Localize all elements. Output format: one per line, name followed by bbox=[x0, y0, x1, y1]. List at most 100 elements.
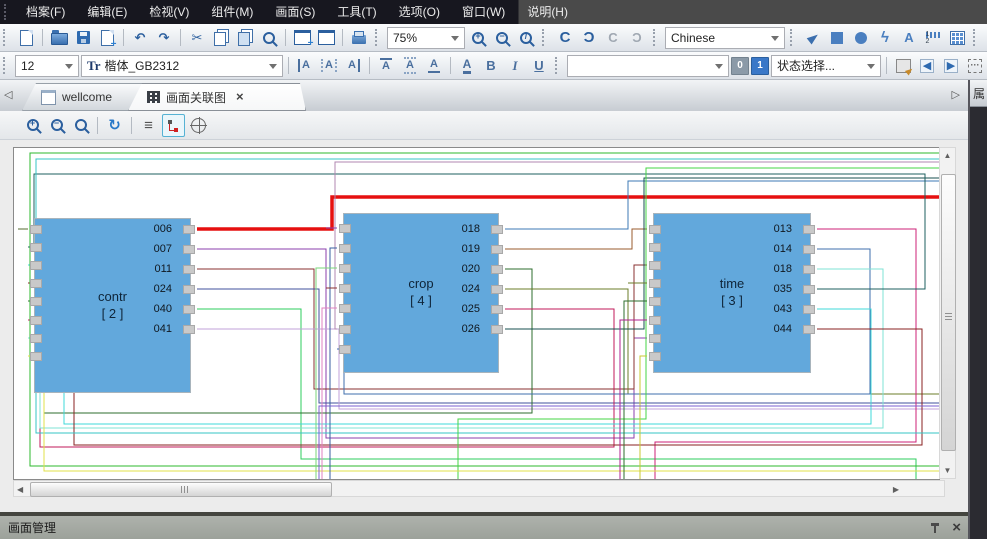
print-button[interactable] bbox=[348, 27, 370, 49]
block-pin-left[interactable] bbox=[30, 243, 42, 252]
right-dock-tab[interactable]: 属 bbox=[970, 80, 987, 107]
toolbar-grip[interactable] bbox=[542, 29, 549, 46]
toolbar-grip[interactable] bbox=[3, 57, 10, 74]
state-0-button[interactable]: 0 bbox=[731, 57, 749, 75]
block-pin-left[interactable] bbox=[30, 279, 42, 288]
block-pin-left[interactable] bbox=[339, 304, 351, 313]
block-pin-left[interactable] bbox=[339, 264, 351, 273]
block-pin-left[interactable] bbox=[30, 334, 42, 343]
block-pin-right[interactable] bbox=[183, 325, 195, 334]
refresh-button[interactable]: ↻ bbox=[104, 115, 125, 136]
scroll-right-arrow[interactable]: ▶ bbox=[893, 485, 899, 494]
block-pin-right[interactable] bbox=[803, 265, 815, 274]
tab-screen-relation-map[interactable]: 画面关联图 × bbox=[128, 83, 306, 111]
block-pin-right[interactable] bbox=[491, 305, 503, 314]
copy-button[interactable] bbox=[210, 27, 232, 49]
block-pin-right[interactable] bbox=[183, 245, 195, 254]
dock-pin-icon[interactable] bbox=[930, 523, 940, 533]
block-pin-right[interactable] bbox=[491, 225, 503, 234]
align-right-button[interactable]: A bbox=[342, 55, 364, 77]
block-pin-left[interactable] bbox=[649, 243, 661, 252]
ellipse-tool-button[interactable] bbox=[850, 27, 872, 49]
block-pin-right[interactable] bbox=[183, 225, 195, 234]
cut-button[interactable]: ✂ bbox=[186, 27, 208, 49]
zoom-out-button[interactable]: − bbox=[491, 27, 513, 49]
menu-item[interactable]: 档案(F) bbox=[15, 0, 76, 24]
scroll-up-arrow[interactable]: ▲ bbox=[940, 151, 955, 160]
block-pin-left[interactable] bbox=[339, 325, 351, 334]
align-bottom-button[interactable]: A bbox=[423, 55, 445, 77]
previous-screen-button[interactable]: ◀ bbox=[916, 55, 938, 77]
block-pin-right[interactable] bbox=[803, 305, 815, 314]
vertical-scroll-thumb[interactable] bbox=[941, 174, 956, 451]
toolbar-grip[interactable] bbox=[790, 29, 797, 46]
paste-button[interactable] bbox=[234, 27, 256, 49]
italic-button[interactable]: I bbox=[504, 55, 526, 77]
menu-item[interactable]: 组件(M) bbox=[200, 0, 264, 24]
font-color-button[interactable]: A bbox=[456, 55, 478, 77]
canvas-zoom-out-button[interactable]: − bbox=[46, 115, 67, 136]
toolbar-grip[interactable] bbox=[4, 4, 11, 20]
rotate-ccw-button[interactable]: Ɔ bbox=[578, 27, 600, 49]
undo-button[interactable]: ↶ bbox=[129, 27, 151, 49]
tab-scroll-left-button[interactable]: ◁ bbox=[4, 88, 12, 101]
center-target-button[interactable] bbox=[188, 115, 209, 136]
align-top-button[interactable]: A bbox=[375, 55, 397, 77]
block-pin-right[interactable] bbox=[491, 265, 503, 274]
menu-item[interactable]: 选项(O) bbox=[388, 0, 451, 24]
font-size-combobox[interactable]: 12 bbox=[15, 55, 79, 77]
node-link-mode-button[interactable] bbox=[162, 114, 185, 137]
menu-item[interactable]: 编辑(E) bbox=[76, 0, 138, 24]
block-pin-left[interactable] bbox=[30, 297, 42, 306]
block-pin-left[interactable] bbox=[30, 316, 42, 325]
element-properties-button[interactable] bbox=[892, 55, 914, 77]
bold-button[interactable]: B bbox=[480, 55, 502, 77]
block-pin-right[interactable] bbox=[491, 245, 503, 254]
screen-block-crop[interactable]: crop[ 4 ]018019020024025026 bbox=[343, 213, 499, 373]
block-pin-left[interactable] bbox=[649, 225, 661, 234]
tab-scroll-right-button[interactable]: ▷ bbox=[952, 88, 960, 101]
block-pin-left[interactable] bbox=[339, 224, 351, 233]
zoom-in-button[interactable]: + bbox=[467, 27, 489, 49]
block-pin-left[interactable] bbox=[30, 261, 42, 270]
redo-button[interactable]: ↷ bbox=[153, 27, 175, 49]
save-button[interactable] bbox=[72, 27, 94, 49]
table-tool-button[interactable] bbox=[946, 27, 968, 49]
underline-button[interactable]: U bbox=[528, 55, 550, 77]
block-pin-right[interactable] bbox=[491, 325, 503, 334]
text-tool-button[interactable]: A bbox=[898, 27, 920, 49]
save-as-button[interactable]: + bbox=[96, 27, 118, 49]
block-pin-right[interactable] bbox=[803, 325, 815, 334]
state-select-combobox[interactable]: 状态选择... bbox=[771, 55, 881, 77]
block-pin-left[interactable] bbox=[649, 279, 661, 288]
block-pin-right[interactable] bbox=[183, 285, 195, 294]
horizontal-scrollbar[interactable]: ◀ ▶ bbox=[13, 480, 945, 497]
rotate-cw-button[interactable]: C bbox=[554, 27, 576, 49]
block-pin-left[interactable] bbox=[649, 261, 661, 270]
block-pin-left[interactable] bbox=[339, 244, 351, 253]
horizontal-scroll-thumb[interactable] bbox=[30, 482, 332, 497]
align-left-button[interactable]: A bbox=[294, 55, 316, 77]
block-pin-right[interactable] bbox=[183, 265, 195, 274]
toolbar-grip[interactable] bbox=[3, 29, 10, 46]
block-pin-right[interactable] bbox=[491, 285, 503, 294]
block-pin-left[interactable] bbox=[649, 352, 661, 361]
new-screen-button[interactable]: + bbox=[291, 27, 313, 49]
menu-item[interactable]: 窗口(W) bbox=[451, 0, 516, 24]
menu-item[interactable]: 画面(S) bbox=[264, 0, 326, 24]
polygon-tool-button[interactable]: ϟ bbox=[874, 27, 896, 49]
canvas-zoom-fit-button[interactable] bbox=[70, 115, 91, 136]
block-pin-left[interactable] bbox=[649, 334, 661, 343]
grid-settings-button[interactable]: ··· bbox=[964, 55, 986, 77]
block-pin-left[interactable] bbox=[339, 345, 351, 354]
toolbar-grip[interactable] bbox=[555, 57, 562, 74]
line-tool-button[interactable] bbox=[802, 27, 824, 49]
block-pin-left[interactable] bbox=[30, 225, 42, 234]
diagram-canvas[interactable]: contr[ 2 ]006007011024040041crop[ 4 ]018… bbox=[13, 147, 940, 480]
vertical-scrollbar[interactable]: ▲ ▼ bbox=[939, 147, 956, 479]
screen-block-time[interactable]: time[ 3 ]013014018035043044 bbox=[653, 213, 811, 373]
menu-item[interactable]: 工具(T) bbox=[326, 0, 387, 24]
screen-button[interactable] bbox=[315, 27, 337, 49]
next-screen-button[interactable]: ▶ bbox=[940, 55, 962, 77]
state-1-button[interactable]: 1 bbox=[751, 57, 769, 75]
